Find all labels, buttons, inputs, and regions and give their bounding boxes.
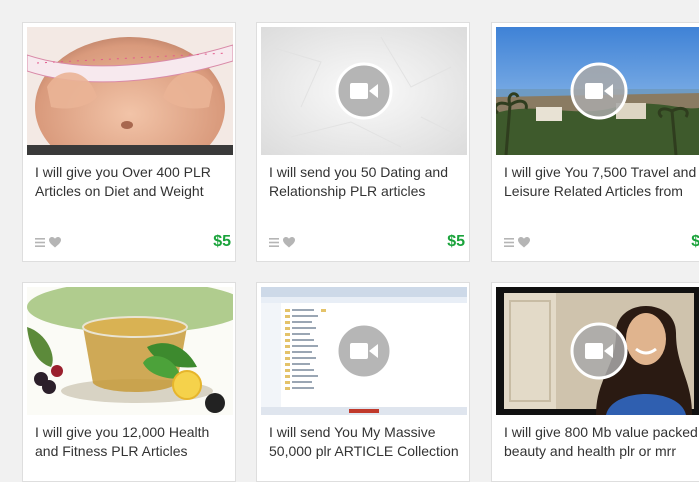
heart-icon[interactable]	[283, 237, 295, 248]
gig-title[interactable]: I will give 800 Mb value packed beauty a…	[504, 423, 699, 461]
gig-title[interactable]: I will give you Over 400 PLR Articles on…	[35, 163, 235, 201]
video-play-icon[interactable]	[334, 61, 394, 121]
list-icon[interactable]	[504, 238, 514, 247]
gig-card[interactable]: I will send you 50 Dating and Relationsh…	[256, 22, 470, 262]
measuring-tape-waist-image	[27, 27, 233, 155]
gig-card[interactable]: I will give You 7,500 Travel and Leisure…	[491, 22, 699, 262]
heart-icon[interactable]	[518, 237, 530, 248]
gig-thumbnail[interactable]	[496, 27, 699, 155]
gig-thumbnail[interactable]	[261, 27, 467, 155]
gig-footer: $5	[35, 233, 231, 253]
video-play-icon[interactable]	[569, 61, 629, 121]
gig-thumbnail[interactable]	[261, 287, 467, 415]
gig-title[interactable]: I will give You 7,500 Travel and Leisure…	[504, 163, 699, 201]
gig-title[interactable]: I will give you 12,000 Health and Fitnes…	[35, 423, 235, 461]
video-play-icon[interactable]	[569, 321, 629, 381]
list-icon[interactable]	[269, 238, 279, 247]
gig-price: $5	[213, 233, 231, 250]
gig-footer: $5	[269, 233, 465, 253]
gig-price: $5	[691, 233, 699, 251]
gig-grid: I will give you Over 400 PLR Articles on…	[0, 0, 699, 482]
gig-card[interactable]: I will give 800 Mb value packed beauty a…	[491, 282, 699, 482]
list-icon[interactable]	[35, 238, 45, 247]
gig-thumbnail[interactable]	[27, 287, 233, 415]
gig-card[interactable]: I will send You My Massive 50,000 plr AR…	[256, 282, 470, 482]
gig-thumbnail[interactable]	[496, 287, 699, 415]
gig-price: $5	[447, 233, 465, 250]
heart-icon[interactable]	[49, 237, 61, 248]
video-play-icon[interactable]	[334, 321, 394, 381]
gig-card[interactable]: I will give you Over 400 PLR Articles on…	[22, 22, 236, 262]
herbal-tea-image	[27, 287, 233, 415]
gig-footer: $5	[504, 233, 699, 253]
gig-title[interactable]: I will send you 50 Dating and Relationsh…	[269, 163, 469, 201]
gig-card[interactable]: I will give you 12,000 Health and Fitnes…	[22, 282, 236, 482]
gig-title[interactable]: I will send You My Massive 50,000 plr AR…	[269, 423, 469, 461]
gig-thumbnail[interactable]	[27, 27, 233, 155]
